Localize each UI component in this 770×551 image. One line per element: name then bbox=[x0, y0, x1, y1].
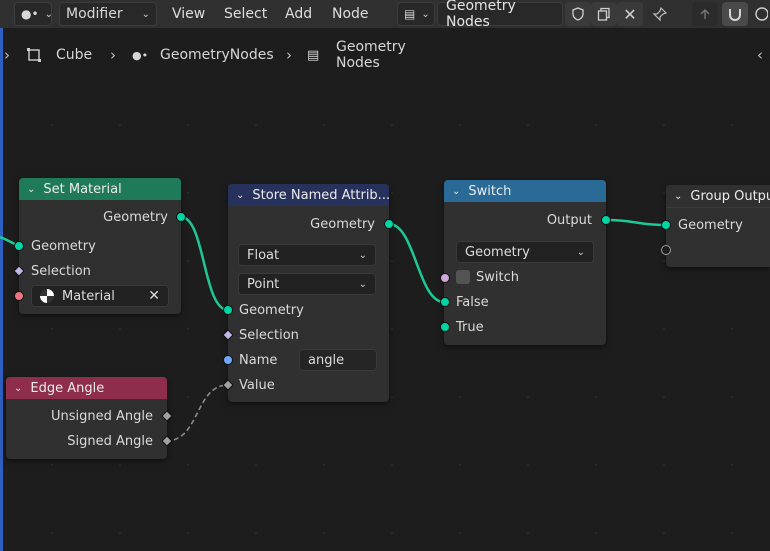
socket-switch-true[interactable] bbox=[440, 322, 450, 332]
socket-store-out-geometry[interactable] bbox=[384, 219, 394, 229]
node-edge-angle[interactable]: ⌄ Edge Angle Unsigned Angle Signed Angle bbox=[6, 377, 167, 459]
node-header[interactable]: ⌄ Store Named Attrib... bbox=[228, 184, 389, 206]
link-edge-angle-to-value bbox=[165, 384, 229, 442]
chevron-down-icon[interactable]: ⌄ bbox=[236, 190, 244, 201]
link-setmat-to-store bbox=[180, 215, 229, 312]
socket-set-material-out-geometry[interactable] bbox=[176, 212, 186, 222]
socket-switch-switch[interactable] bbox=[440, 273, 450, 283]
socket-label-output-geometry: Geometry bbox=[103, 209, 168, 225]
socket-label-name: Name bbox=[239, 352, 278, 368]
data-type-dropdown[interactable]: Float ⌄ bbox=[238, 244, 376, 266]
node-switch[interactable]: ⌄ Switch Output Geometry ⌄ Switch False … bbox=[444, 180, 606, 345]
switch-checkbox[interactable] bbox=[456, 270, 470, 284]
socket-label-value: Value bbox=[239, 377, 275, 393]
node-title: Store Named Attrib... bbox=[252, 187, 389, 203]
socket-label-output-geometry: Geometry bbox=[310, 216, 375, 232]
switch-checkbox-label: Switch bbox=[476, 269, 519, 285]
socket-label-selection: Selection bbox=[31, 263, 91, 279]
link-switch-to-output bbox=[605, 218, 667, 227]
socket-group-output-empty[interactable] bbox=[661, 245, 671, 255]
node-title: Group Outpu bbox=[690, 188, 770, 204]
chevron-down-icon: ⌄ bbox=[358, 249, 367, 261]
node-header[interactable]: ⌄ Switch bbox=[444, 180, 606, 202]
chevron-down-icon[interactable]: ⌄ bbox=[27, 184, 35, 195]
node-title: Edge Angle bbox=[30, 380, 105, 396]
node-title: Switch bbox=[468, 183, 512, 199]
close-icon[interactable]: ✕ bbox=[148, 288, 160, 304]
data-type-value: Float bbox=[247, 247, 280, 263]
socket-label-false: False bbox=[456, 294, 489, 310]
socket-label-selection: Selection bbox=[239, 327, 299, 343]
socket-set-material-material[interactable] bbox=[14, 291, 24, 301]
node-group-output[interactable]: ⌄ Group Outpu Geometry bbox=[666, 185, 770, 267]
chevron-down-icon: ⌄ bbox=[358, 278, 367, 290]
material-sphere-icon bbox=[40, 289, 54, 303]
node-header[interactable]: ⌄ Group Outpu bbox=[666, 185, 770, 208]
domain-dropdown[interactable]: Point ⌄ bbox=[238, 273, 376, 295]
socket-set-material-in-geometry[interactable] bbox=[14, 241, 24, 251]
node-set-material[interactable]: ⌄ Set Material Geometry Geometry Selecti… bbox=[19, 178, 181, 314]
node-title: Set Material bbox=[43, 181, 122, 197]
switch-checkbox-row[interactable]: Switch bbox=[456, 267, 519, 287]
node-header[interactable]: ⌄ Edge Angle bbox=[6, 377, 167, 399]
socket-switch-output[interactable] bbox=[601, 215, 611, 225]
socket-label-input-geometry: Geometry bbox=[678, 217, 743, 233]
socket-label-unsigned-angle: Unsigned Angle bbox=[50, 408, 153, 424]
switch-type-dropdown[interactable]: Geometry ⌄ bbox=[456, 241, 594, 263]
socket-store-in-geometry[interactable] bbox=[223, 305, 233, 315]
name-input[interactable]: angle bbox=[299, 349, 377, 371]
socket-store-name[interactable] bbox=[223, 355, 233, 365]
socket-switch-false[interactable] bbox=[440, 297, 450, 307]
material-field[interactable]: Material ✕ bbox=[31, 285, 169, 307]
socket-group-output-geometry[interactable] bbox=[661, 220, 671, 230]
chevron-down-icon: ⌄ bbox=[576, 246, 585, 258]
socket-label-input-geometry: Geometry bbox=[239, 302, 304, 318]
socket-label-output: Output bbox=[546, 212, 592, 228]
switch-type-value: Geometry bbox=[465, 244, 530, 260]
chevron-down-icon[interactable]: ⌄ bbox=[674, 191, 682, 202]
node-store-named-attribute[interactable]: ⌄ Store Named Attrib... Geometry Float ⌄… bbox=[228, 184, 389, 402]
chevron-down-icon[interactable]: ⌄ bbox=[14, 383, 22, 394]
socket-label-input-geometry: Geometry bbox=[31, 238, 96, 254]
material-name: Material bbox=[62, 288, 115, 304]
socket-label-true: True bbox=[456, 319, 484, 335]
domain-value: Point bbox=[247, 276, 280, 292]
node-header[interactable]: ⌄ Set Material bbox=[19, 178, 181, 200]
socket-label-signed-angle: Signed Angle bbox=[67, 433, 153, 449]
link-store-to-switch bbox=[388, 222, 445, 304]
chevron-down-icon[interactable]: ⌄ bbox=[452, 186, 460, 197]
